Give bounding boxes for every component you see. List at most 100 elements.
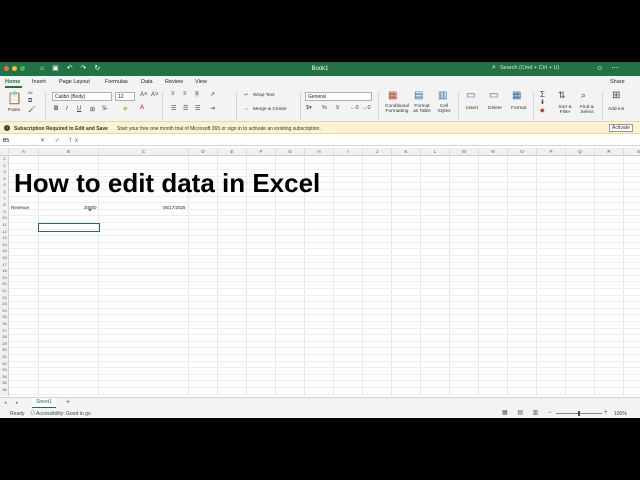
tab-data[interactable]: Data [141,79,153,85]
insert-cells-button[interactable]: Insert [466,106,478,111]
column-header-g[interactable]: G [276,148,305,156]
fx-icon[interactable]: fx [69,138,82,144]
column-header-k[interactable]: K [392,148,421,156]
row-header-10[interactable]: 10 [0,215,9,222]
add-sheet-icon[interactable]: + [66,399,70,406]
formula-controls[interactable]: ✕ ✓ fx [40,137,82,144]
font-name-select[interactable]: Calibri (Body) [52,92,112,101]
row-header-33[interactable]: 33 [0,367,9,374]
cell-a3[interactable]: Revenue [11,205,29,210]
tab-home[interactable]: Home [5,79,20,85]
row-header-32[interactable]: 32 [0,361,9,368]
sheet-tab-sheet1[interactable]: Sheet1 [32,398,56,408]
column-header-m[interactable]: M [450,148,479,156]
zoom-level[interactable]: 100% [614,411,627,417]
row-header-7[interactable]: 7 [0,196,9,203]
row-header-21[interactable]: 21 [0,288,9,295]
row-header-27[interactable]: 27 [0,328,9,335]
percent-format-icon[interactable]: % [322,105,327,111]
activate-button[interactable]: Activate [609,124,633,132]
increase-decimal-icon[interactable]: ←0 [350,105,359,111]
tab-view[interactable]: View [195,79,207,85]
account-icon[interactable]: ☺ ⋯ [596,64,621,72]
copy-icon[interactable]: ⧉ [28,98,32,105]
row-header-28[interactable]: 28 [0,334,9,341]
increase-font-icon[interactable]: A˄ [140,92,148,98]
merge-center-button[interactable]: Merge & Center [253,107,287,112]
wrap-text-button[interactable]: Wrap Text [253,93,274,98]
cut-icon[interactable]: ✂ [28,90,33,97]
search-input[interactable]: Search (Cmd + Ctrl + U) [500,65,559,71]
row-header-22[interactable]: 22 [0,295,9,302]
font-size-select[interactable]: 12 [115,92,135,101]
row-header-14[interactable]: 14 [0,242,9,249]
row-header-17[interactable]: 17 [0,262,9,269]
strikethrough-icon[interactable]: S̶ [102,106,106,112]
indent-icon[interactable]: ⇥ [210,105,215,112]
tab-insert[interactable]: Insert [32,79,46,85]
row-header-25[interactable]: 25 [0,314,9,321]
align-left-icon[interactable]: ☰ [171,105,176,112]
row-header-11[interactable]: 11 [0,222,9,229]
column-header-h[interactable]: H [305,148,334,156]
align-bottom-icon[interactable]: ≡ [195,91,199,97]
row-header-30[interactable]: 30 [0,347,9,354]
selected-cell-b5[interactable] [38,223,100,232]
decrease-decimal-icon[interactable]: →0 [362,105,371,111]
add-ins-button[interactable]: Add-ins [608,107,624,112]
fill-color-icon[interactable]: ◈ [123,105,128,112]
row-header-16[interactable]: 16 [0,255,9,262]
delete-cells-button[interactable]: Delete [488,106,502,111]
column-header-s[interactable]: S [624,148,640,156]
align-middle-icon[interactable]: ≡ [183,91,187,97]
column-header-q[interactable]: Q [566,148,595,156]
row-header-1[interactable]: 1 [0,156,9,163]
fill-icon[interactable]: ⬇ [540,99,545,106]
row-header-8[interactable]: 8 [0,202,9,209]
column-header-p[interactable]: P [537,148,566,156]
row-header-31[interactable]: 31 [0,354,9,361]
row-header-13[interactable]: 13 [0,235,9,242]
column-header-j[interactable]: J [363,148,392,156]
column-header-n[interactable]: N [479,148,508,156]
paste-icon[interactable]: 📋 [7,91,22,105]
tab-page-layout[interactable]: Page Layout [59,79,90,85]
comma-format-icon[interactable]: 9 [336,105,339,111]
bold-icon[interactable]: B [54,106,58,112]
zoom-in-icon[interactable]: + [604,410,608,416]
column-header-b[interactable]: B [39,148,99,156]
row-header-24[interactable]: 24 [0,308,9,315]
row-header-36[interactable]: 36 [0,387,9,394]
row-header-19[interactable]: 19 [0,275,9,282]
row-header-3[interactable]: 3 [0,169,9,176]
find-select-button[interactable]: Find & Select [578,105,596,116]
orientation-icon[interactable]: ↗ [210,91,215,98]
zoom-slider-handle[interactable] [578,410,580,416]
row-header-23[interactable]: 23 [0,301,9,308]
cell-c3[interactable]: 05/17/2025 [163,205,186,210]
cell-styles-button[interactable]: Cell Styles [434,104,454,115]
select-all-corner[interactable] [0,148,9,156]
row-header-6[interactable]: 6 [0,189,9,196]
row-header-12[interactable]: 12 [0,229,9,236]
column-header-i[interactable]: I [334,148,363,156]
format-cells-button[interactable]: Format [511,106,526,111]
align-right-icon[interactable]: ☰ [195,105,200,112]
row-header-5[interactable]: 5 [0,182,9,189]
name-box[interactable]: B5 [3,138,9,144]
paste-button[interactable]: Paste [8,108,20,113]
column-header-a[interactable]: A [9,148,39,156]
worksheet-grid[interactable]: ABCDEFGHIJKLMNOPQRS 1 2 3 4 5 6 7 8 9 10 11 12 13 14 1… [0,148,640,397]
column-header-c[interactable]: C [99,148,189,156]
column-header-f[interactable]: F [247,148,276,156]
zoom-out-icon[interactable]: − [548,410,552,416]
row-header-29[interactable]: 29 [0,341,9,348]
sheet-nav-arrows[interactable]: ◂ ▸ [4,400,22,406]
align-center-icon[interactable]: ☰ [183,105,188,112]
align-top-icon[interactable]: ≡ [171,91,175,97]
column-header-l[interactable]: L [421,148,450,156]
row-header-2[interactable]: 2 [0,163,9,170]
conditional-formatting-button[interactable]: Conditional Formatting [383,104,411,115]
row-header-35[interactable]: 35 [0,380,9,387]
autosum-icon[interactable]: Σ [540,90,545,99]
